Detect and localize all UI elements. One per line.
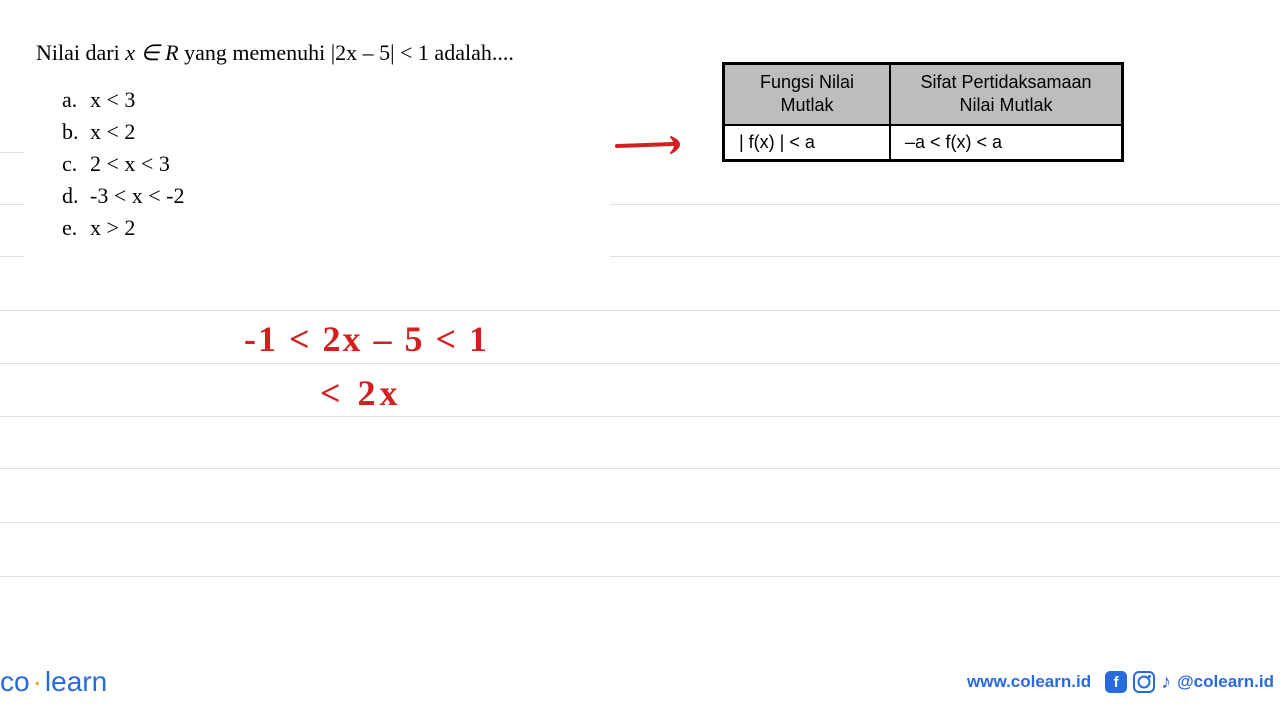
option-d: d.-3 < x < -2 — [62, 180, 184, 212]
rule-line — [0, 416, 1280, 417]
footer-url[interactable]: www.colearn.id — [967, 672, 1091, 692]
colearn-logo: co·learn — [0, 666, 107, 698]
question-prefix: Nilai dari — [36, 40, 125, 65]
rule-line — [610, 256, 1280, 257]
option-label: c. — [62, 148, 90, 180]
option-text: x > 2 — [90, 212, 135, 244]
option-a: a.x < 3 — [62, 84, 184, 116]
option-text: x < 3 — [90, 84, 135, 116]
logo-co: co — [0, 666, 30, 697]
handwriting-line-2: < 2x — [320, 372, 402, 414]
option-label: e. — [62, 212, 90, 244]
option-label: d. — [62, 180, 90, 212]
table-cell-2: –a < f(x) < a — [890, 125, 1122, 160]
handwriting-line-1: -1 < 2x – 5 < 1 — [244, 318, 489, 360]
tiktok-icon[interactable]: ♪ — [1161, 671, 1171, 694]
table-header-row: Fungsi Nilai Mutlak Sifat Pertidaksamaan… — [724, 64, 1122, 125]
rule-line — [610, 204, 1280, 205]
table-cell-1: | f(x) | < a — [724, 125, 890, 160]
header-line: Sifat Pertidaksamaan — [905, 71, 1107, 94]
reference-table: Fungsi Nilai Mutlak Sifat Pertidaksamaan… — [722, 62, 1124, 162]
rule-line — [0, 522, 1280, 523]
logo-learn: learn — [45, 666, 107, 697]
logo-dot-icon: · — [30, 666, 45, 697]
table-header-1: Fungsi Nilai Mutlak — [724, 64, 890, 125]
instagram-icon[interactable] — [1133, 671, 1155, 693]
answer-options: a.x < 3 b.x < 2 c.2 < x < 3 d.-3 < x < -… — [62, 84, 184, 244]
arrow-icon — [615, 133, 689, 164]
option-label: a. — [62, 84, 90, 116]
option-b: b.x < 2 — [62, 116, 184, 148]
social-links: f ♪ @colearn.id — [1105, 671, 1274, 694]
option-label: b. — [62, 116, 90, 148]
table-header-2: Sifat Pertidaksamaan Nilai Mutlak — [890, 64, 1122, 125]
header-line: Nilai Mutlak — [905, 94, 1107, 117]
header-line: Mutlak — [739, 94, 875, 117]
option-text: 2 < x < 3 — [90, 148, 170, 180]
rule-line — [0, 468, 1280, 469]
facebook-icon[interactable]: f — [1105, 671, 1127, 693]
rule-line — [0, 310, 1280, 311]
option-e: e.x > 2 — [62, 212, 184, 244]
option-c: c.2 < x < 3 — [62, 148, 184, 180]
footer-right: www.colearn.id f ♪ @colearn.id — [967, 671, 1274, 694]
question-text: Nilai dari x ∈ R yang memenuhi |2x – 5| … — [36, 40, 514, 66]
rule-line — [0, 576, 1280, 577]
question-variable: x ∈ R — [125, 40, 178, 65]
rule-line — [0, 363, 1280, 364]
page: Nilai dari x ∈ R yang memenuhi |2x – 5| … — [0, 0, 1280, 720]
social-handle[interactable]: @colearn.id — [1177, 672, 1274, 692]
rule-line-stub — [0, 152, 24, 153]
table-data-row: | f(x) | < a –a < f(x) < a — [724, 125, 1122, 160]
rule-line-stub — [0, 256, 24, 257]
rule-line-stub — [0, 204, 24, 205]
option-text: -3 < x < -2 — [90, 180, 184, 212]
footer: co·learn www.colearn.id f ♪ @colearn.id — [0, 666, 1280, 698]
question-mid: yang memenuhi |2x – 5| < 1 adalah.... — [179, 40, 514, 65]
header-line: Fungsi Nilai — [739, 71, 875, 94]
option-text: x < 2 — [90, 116, 135, 148]
